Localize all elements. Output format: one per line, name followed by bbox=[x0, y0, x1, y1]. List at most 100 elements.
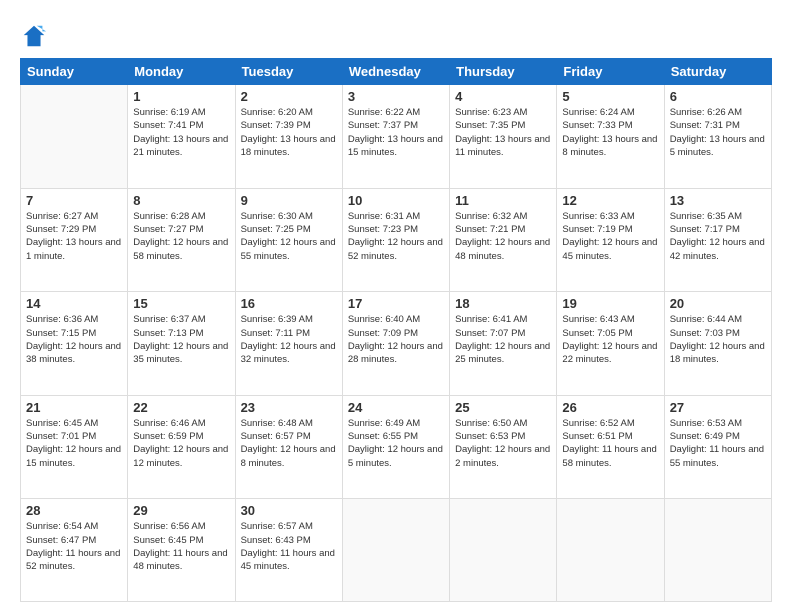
day-info: Sunrise: 6:36 AM Sunset: 7:15 PM Dayligh… bbox=[26, 313, 122, 366]
calendar-week-row: 28 Sunrise: 6:54 AM Sunset: 6:47 PM Dayli… bbox=[21, 499, 772, 602]
day-number: 15 bbox=[133, 296, 229, 311]
day-number: 12 bbox=[562, 193, 658, 208]
day-number: 24 bbox=[348, 400, 444, 415]
day-info: Sunrise: 6:30 AM Sunset: 7:25 PM Dayligh… bbox=[241, 210, 337, 263]
calendar-week-row: 14Sunrise: 6:36 AM Sunset: 7:15 PM Dayli… bbox=[21, 292, 772, 396]
calendar-cell: 3 Sunrise: 6:22 AM Sunset: 7:37 PM Daylig… bbox=[342, 85, 449, 189]
day-number: 9 bbox=[241, 193, 337, 208]
calendar-cell: 13 Sunrise: 6:35 AM Sunset: 7:17 PM Dayli… bbox=[664, 188, 771, 292]
calendar-cell: 23 Sunrise: 6:48 AM Sunset: 6:57 PM Dayli… bbox=[235, 395, 342, 499]
calendar-cell: 19 Sunrise: 6:43 AM Sunset: 7:05 PM Dayli… bbox=[557, 292, 664, 396]
calendar-cell: 21 Sunrise: 6:45 AM Sunset: 7:01 PM Dayli… bbox=[21, 395, 128, 499]
day-number: 18 bbox=[455, 296, 551, 311]
day-info: Sunrise: 6:41 AM Sunset: 7:07 PM Dayligh… bbox=[455, 313, 551, 366]
day-info: Sunrise: 6:44 AM Sunset: 7:03 PM Dayligh… bbox=[670, 313, 766, 366]
day-info: Sunrise: 6:54 AM Sunset: 6:47 PM Dayligh… bbox=[26, 520, 122, 573]
day-info: Sunrise: 6:26 AM Sunset: 7:31 PM Dayligh… bbox=[670, 106, 766, 159]
day-number: 16 bbox=[241, 296, 337, 311]
day-number: 10 bbox=[348, 193, 444, 208]
day-number: 21 bbox=[26, 400, 122, 415]
day-info: Sunrise: 6:48 AM Sunset: 6:57 PM Dayligh… bbox=[241, 417, 337, 470]
calendar-cell bbox=[557, 499, 664, 602]
day-info: Sunrise: 6:22 AM Sunset: 7:37 PM Dayligh… bbox=[348, 106, 444, 159]
calendar-cell: 29Sunrise: 6:56 AM Sunset: 6:45 PM Dayli… bbox=[128, 499, 235, 602]
day-number: 29 bbox=[133, 503, 229, 518]
day-info: Sunrise: 6:57 AM Sunset: 6:43 PM Dayligh… bbox=[241, 520, 337, 573]
calendar-header-row: SundayMondayTuesdayWednesdayThursdayFrid… bbox=[21, 59, 772, 85]
day-info: Sunrise: 6:24 AM Sunset: 7:33 PM Dayligh… bbox=[562, 106, 658, 159]
calendar-cell: 27Sunrise: 6:53 AM Sunset: 6:49 PM Dayli… bbox=[664, 395, 771, 499]
page: SundayMondayTuesdayWednesdayThursdayFrid… bbox=[0, 0, 792, 612]
logo bbox=[20, 22, 52, 50]
day-number: 27 bbox=[670, 400, 766, 415]
day-info: Sunrise: 6:40 AM Sunset: 7:09 PM Dayligh… bbox=[348, 313, 444, 366]
calendar-cell: 4 Sunrise: 6:23 AM Sunset: 7:35 PM Daylig… bbox=[450, 85, 557, 189]
day-number: 11 bbox=[455, 193, 551, 208]
day-info: Sunrise: 6:49 AM Sunset: 6:55 PM Dayligh… bbox=[348, 417, 444, 470]
calendar-week-row: 21 Sunrise: 6:45 AM Sunset: 7:01 PM Dayli… bbox=[21, 395, 772, 499]
weekday-header-saturday: Saturday bbox=[664, 59, 771, 85]
calendar-cell: 11 Sunrise: 6:32 AM Sunset: 7:21 PM Dayli… bbox=[450, 188, 557, 292]
calendar-cell: 2 Sunrise: 6:20 AM Sunset: 7:39 PM Daylig… bbox=[235, 85, 342, 189]
day-info: Sunrise: 6:23 AM Sunset: 7:35 PM Dayligh… bbox=[455, 106, 551, 159]
calendar-cell: 6 Sunrise: 6:26 AM Sunset: 7:31 PM Daylig… bbox=[664, 85, 771, 189]
day-info: Sunrise: 6:35 AM Sunset: 7:17 PM Dayligh… bbox=[670, 210, 766, 263]
calendar-cell: 9 Sunrise: 6:30 AM Sunset: 7:25 PM Daylig… bbox=[235, 188, 342, 292]
calendar-cell: 12 Sunrise: 6:33 AM Sunset: 7:19 PM Dayli… bbox=[557, 188, 664, 292]
day-number: 20 bbox=[670, 296, 766, 311]
calendar-cell: 28 Sunrise: 6:54 AM Sunset: 6:47 PM Dayli… bbox=[21, 499, 128, 602]
calendar-cell: 25Sunrise: 6:50 AM Sunset: 6:53 PM Dayli… bbox=[450, 395, 557, 499]
day-info: Sunrise: 6:33 AM Sunset: 7:19 PM Dayligh… bbox=[562, 210, 658, 263]
day-number: 19 bbox=[562, 296, 658, 311]
day-info: Sunrise: 6:31 AM Sunset: 7:23 PM Dayligh… bbox=[348, 210, 444, 263]
calendar-table: SundayMondayTuesdayWednesdayThursdayFrid… bbox=[20, 58, 772, 602]
calendar-cell: 1 Sunrise: 6:19 AM Sunset: 7:41 PM Daylig… bbox=[128, 85, 235, 189]
day-number: 13 bbox=[670, 193, 766, 208]
calendar-cell: 17 Sunrise: 6:40 AM Sunset: 7:09 PM Dayli… bbox=[342, 292, 449, 396]
day-info: Sunrise: 6:19 AM Sunset: 7:41 PM Dayligh… bbox=[133, 106, 229, 159]
calendar-cell: 26Sunrise: 6:52 AM Sunset: 6:51 PM Dayli… bbox=[557, 395, 664, 499]
day-number: 22 bbox=[133, 400, 229, 415]
day-info: Sunrise: 6:45 AM Sunset: 7:01 PM Dayligh… bbox=[26, 417, 122, 470]
weekday-header-sunday: Sunday bbox=[21, 59, 128, 85]
day-number: 26 bbox=[562, 400, 658, 415]
calendar-cell bbox=[450, 499, 557, 602]
calendar-cell: 5Sunrise: 6:24 AM Sunset: 7:33 PM Daylig… bbox=[557, 85, 664, 189]
day-number: 30 bbox=[241, 503, 337, 518]
weekday-header-tuesday: Tuesday bbox=[235, 59, 342, 85]
calendar-cell: 8 Sunrise: 6:28 AM Sunset: 7:27 PM Daylig… bbox=[128, 188, 235, 292]
calendar-cell: 24 Sunrise: 6:49 AM Sunset: 6:55 PM Dayli… bbox=[342, 395, 449, 499]
weekday-header-friday: Friday bbox=[557, 59, 664, 85]
day-number: 23 bbox=[241, 400, 337, 415]
calendar-cell bbox=[21, 85, 128, 189]
day-info: Sunrise: 6:37 AM Sunset: 7:13 PM Dayligh… bbox=[133, 313, 229, 366]
calendar-cell: 30 Sunrise: 6:57 AM Sunset: 6:43 PM Dayli… bbox=[235, 499, 342, 602]
calendar-cell: 18 Sunrise: 6:41 AM Sunset: 7:07 PM Dayli… bbox=[450, 292, 557, 396]
calendar-cell: 22Sunrise: 6:46 AM Sunset: 6:59 PM Dayli… bbox=[128, 395, 235, 499]
day-number: 3 bbox=[348, 89, 444, 104]
day-info: Sunrise: 6:20 AM Sunset: 7:39 PM Dayligh… bbox=[241, 106, 337, 159]
calendar-cell: 10 Sunrise: 6:31 AM Sunset: 7:23 PM Dayli… bbox=[342, 188, 449, 292]
calendar-cell: 7Sunrise: 6:27 AM Sunset: 7:29 PM Daylig… bbox=[21, 188, 128, 292]
calendar-cell: 14Sunrise: 6:36 AM Sunset: 7:15 PM Dayli… bbox=[21, 292, 128, 396]
day-number: 28 bbox=[26, 503, 122, 518]
day-info: Sunrise: 6:32 AM Sunset: 7:21 PM Dayligh… bbox=[455, 210, 551, 263]
day-number: 8 bbox=[133, 193, 229, 208]
calendar-cell: 16Sunrise: 6:39 AM Sunset: 7:11 PM Dayli… bbox=[235, 292, 342, 396]
day-info: Sunrise: 6:28 AM Sunset: 7:27 PM Dayligh… bbox=[133, 210, 229, 263]
weekday-header-thursday: Thursday bbox=[450, 59, 557, 85]
calendar-week-row: 1 Sunrise: 6:19 AM Sunset: 7:41 PM Daylig… bbox=[21, 85, 772, 189]
day-number: 17 bbox=[348, 296, 444, 311]
day-number: 4 bbox=[455, 89, 551, 104]
day-info: Sunrise: 6:43 AM Sunset: 7:05 PM Dayligh… bbox=[562, 313, 658, 366]
logo-icon bbox=[20, 22, 48, 50]
calendar-week-row: 7Sunrise: 6:27 AM Sunset: 7:29 PM Daylig… bbox=[21, 188, 772, 292]
day-number: 1 bbox=[133, 89, 229, 104]
header bbox=[20, 18, 772, 50]
day-number: 2 bbox=[241, 89, 337, 104]
calendar-cell: 15 Sunrise: 6:37 AM Sunset: 7:13 PM Dayli… bbox=[128, 292, 235, 396]
day-number: 7 bbox=[26, 193, 122, 208]
calendar-cell: 20 Sunrise: 6:44 AM Sunset: 7:03 PM Dayli… bbox=[664, 292, 771, 396]
calendar-cell bbox=[342, 499, 449, 602]
day-number: 6 bbox=[670, 89, 766, 104]
